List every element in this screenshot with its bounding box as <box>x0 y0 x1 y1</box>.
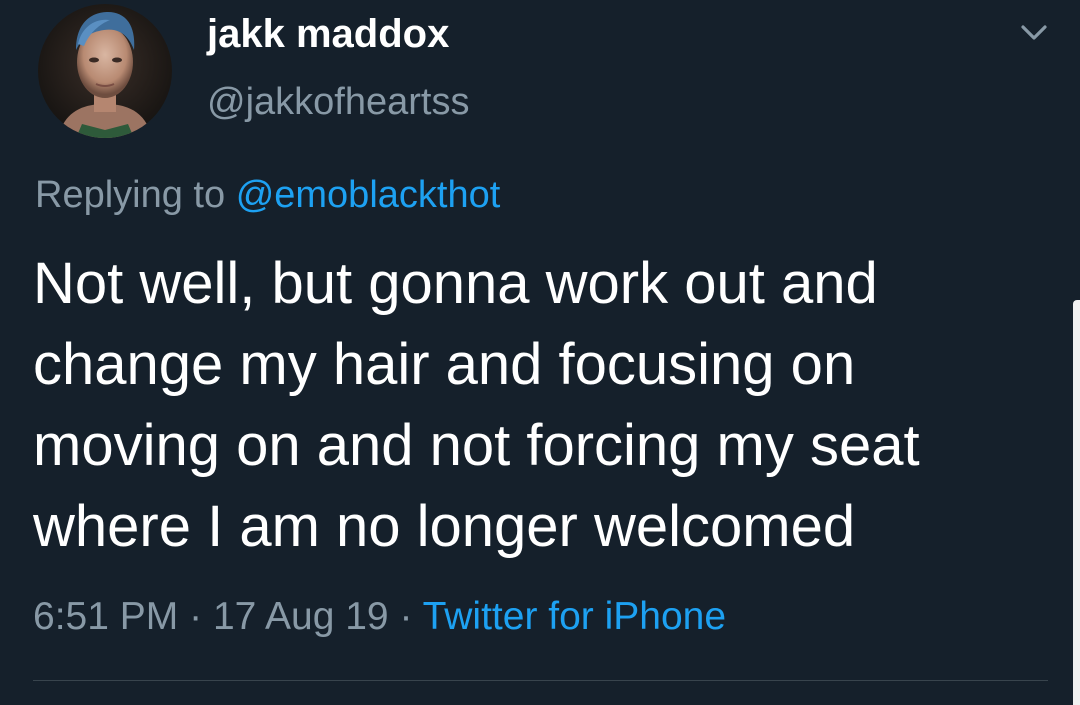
tweet-date[interactable]: 17 Aug 19 <box>213 595 389 638</box>
replying-to-label: Replying to <box>35 174 226 216</box>
tweet-text-line: Not well, but gonna work out and <box>33 251 878 316</box>
tweet-card: jakk maddox @jakkofheartss Replying to @… <box>0 0 1080 705</box>
tweet-text-line: where I am no longer welcomed <box>33 494 856 559</box>
meta-separator: · <box>399 595 413 638</box>
display-name[interactable]: jakk maddox <box>207 10 449 58</box>
username-handle[interactable]: @jakkofheartss <box>207 78 469 126</box>
tweet-text: Not well, but gonna work out and change … <box>33 243 1063 567</box>
avatar-image <box>38 4 172 138</box>
meta-separator: · <box>189 595 203 638</box>
tweet-time[interactable]: 6:51 PM <box>33 595 178 638</box>
scrollbar[interactable] <box>1073 300 1080 705</box>
replying-to-mention-link[interactable]: @emoblackthot <box>236 174 501 216</box>
replying-to-line: Replying to @emoblackthot <box>35 170 500 220</box>
tweet-source-link[interactable]: Twitter for iPhone <box>423 595 726 638</box>
avatar[interactable] <box>38 4 172 138</box>
tweet-text-line: change my hair and focusing on <box>33 332 856 397</box>
tweet-text-line: moving on and not forcing my seat <box>33 413 920 478</box>
tweet-metadata: 6:51 PM · 17 Aug 19 · Twitter for iPhone <box>33 589 726 645</box>
chevron-down-icon[interactable] <box>1015 18 1053 48</box>
divider <box>33 680 1048 681</box>
